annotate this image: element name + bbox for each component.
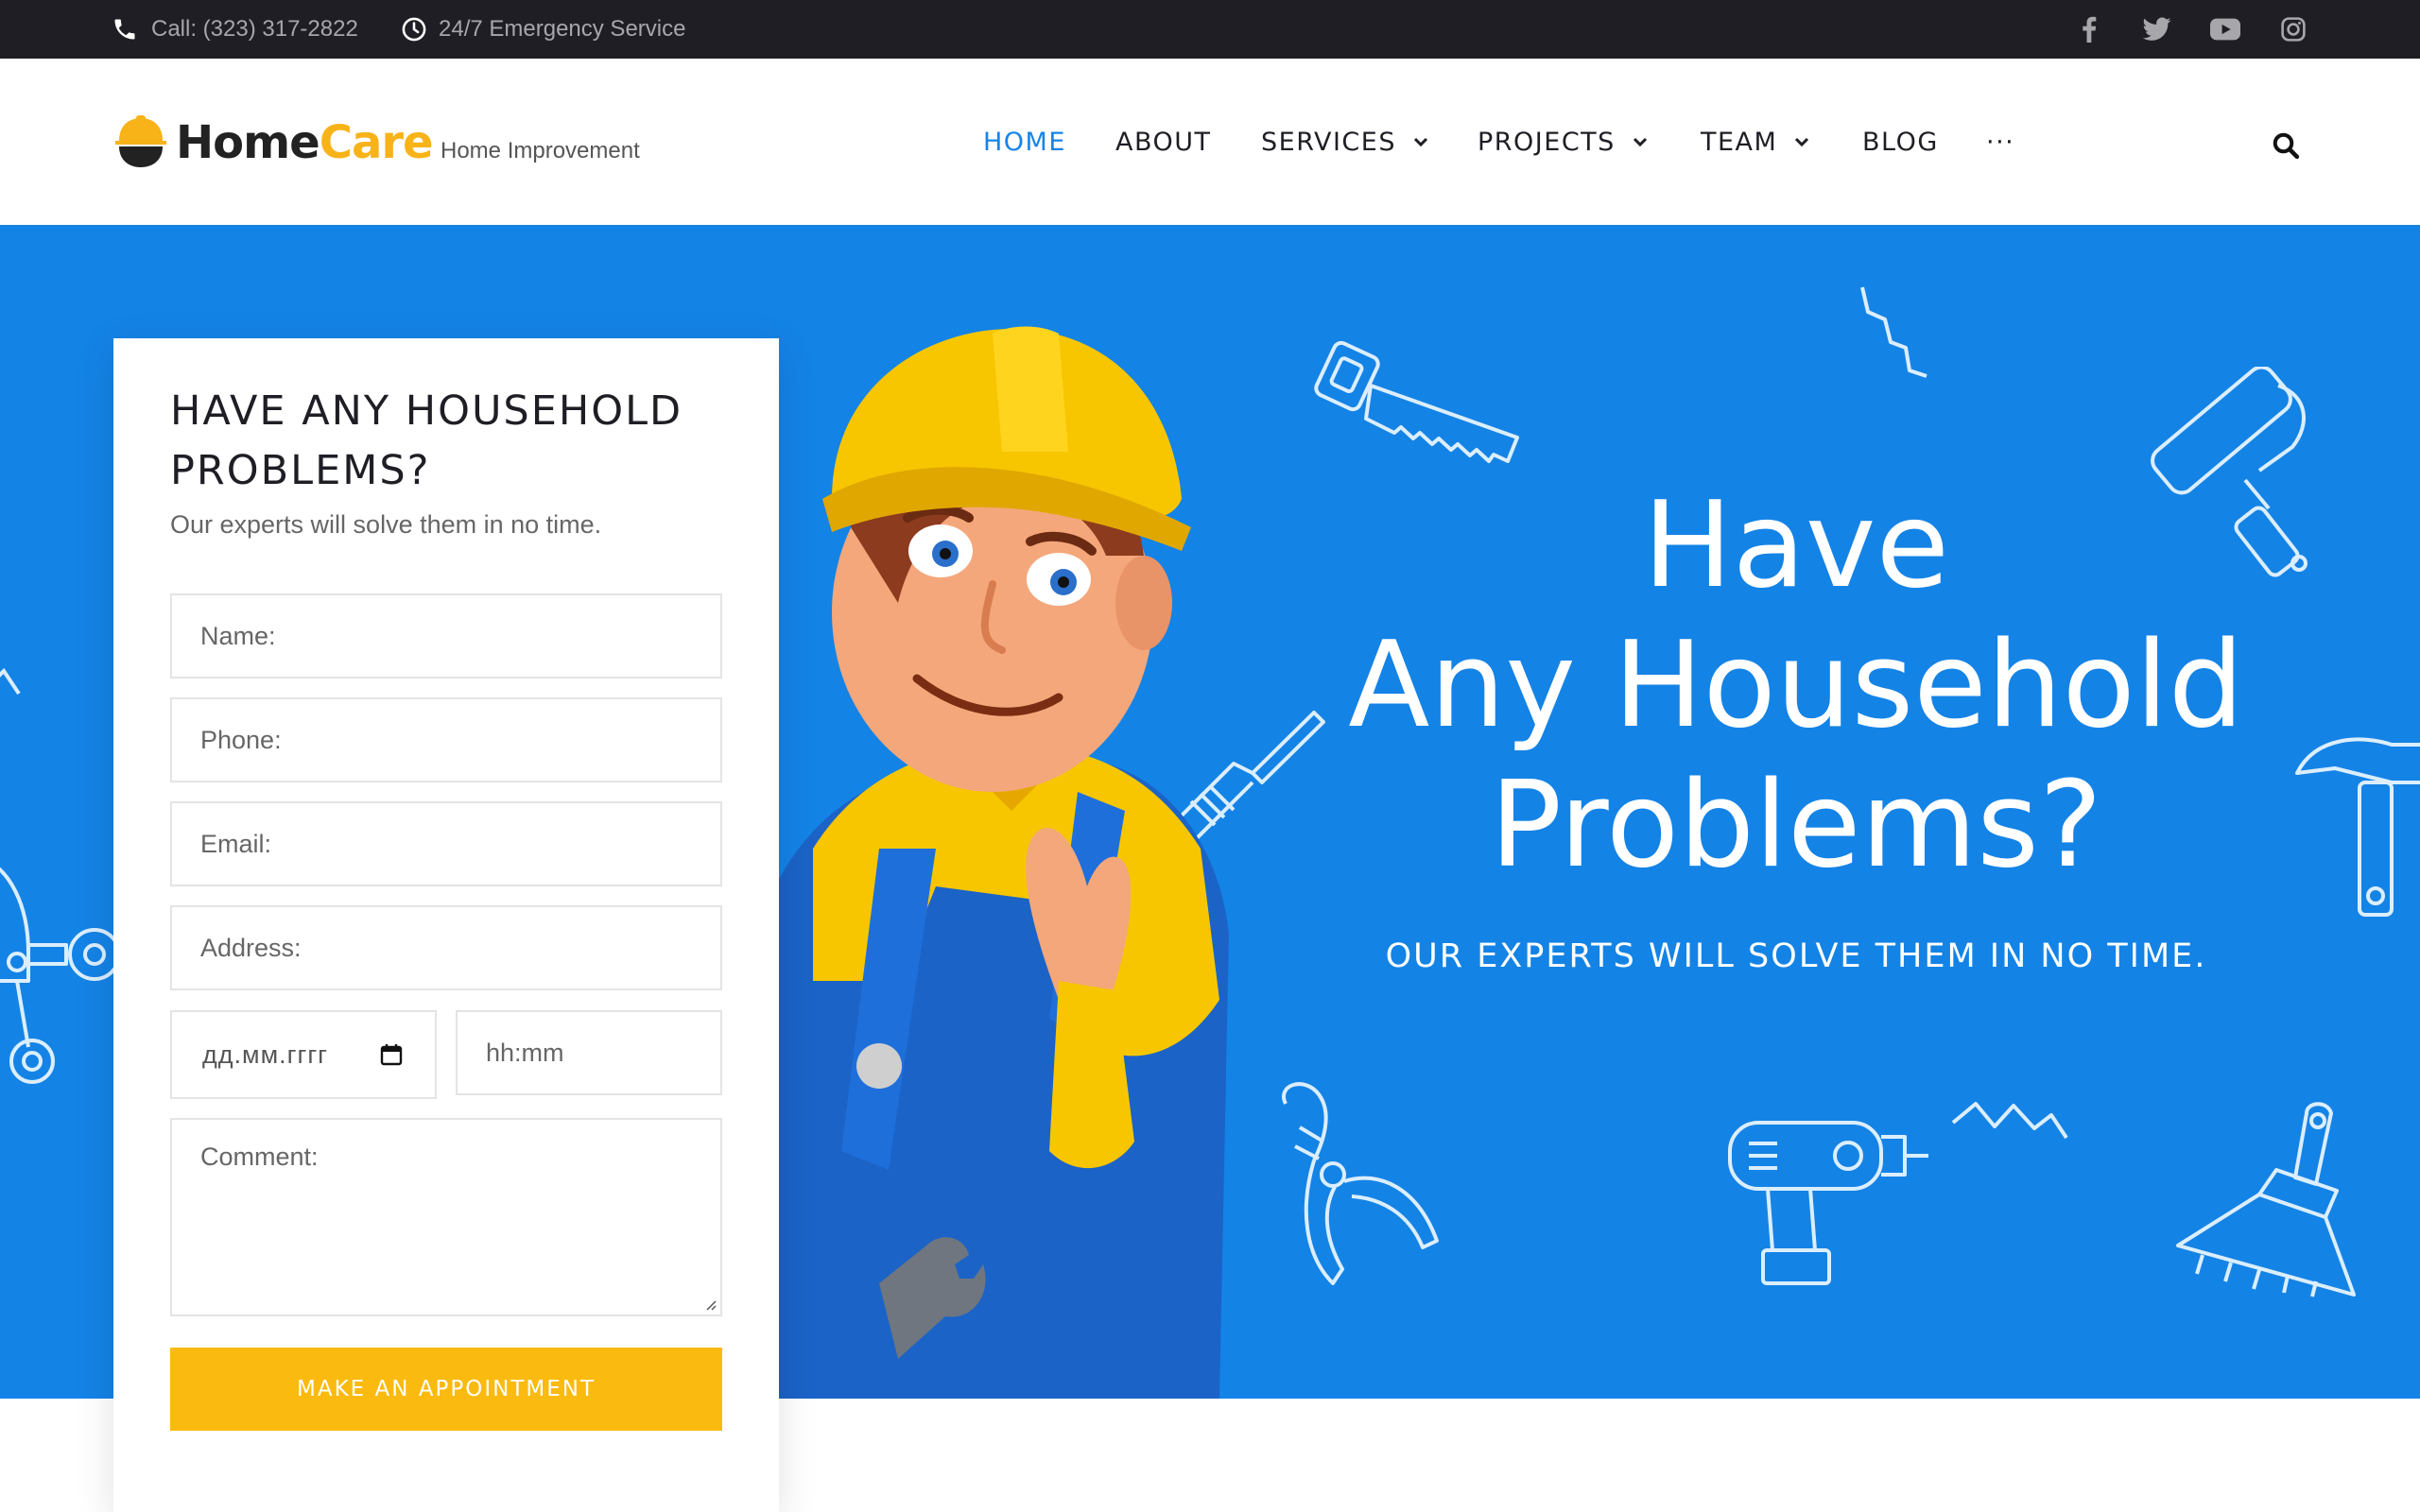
- hero-title: Have Any Household Problems?: [1267, 475, 2325, 895]
- hero-subtitle: OUR EXPERTS WILL SOLVE THEM IN NO TIME.: [1385, 937, 2207, 975]
- name-field: [170, 593, 722, 679]
- spark-icon: [1853, 284, 1928, 387]
- hero-title-line: Any Household: [1348, 615, 2244, 754]
- tagline: Home Improvement: [441, 138, 640, 163]
- nav-team-label: TEAM: [1701, 127, 1778, 157]
- youtube-icon[interactable]: [2206, 0, 2244, 59]
- hero-title-line: Problems?: [1490, 755, 2102, 894]
- phone-field: [170, 697, 722, 782]
- time-input[interactable]: [458, 1012, 720, 1093]
- facebook-icon[interactable]: [2070, 0, 2108, 59]
- nav-services-label: SERVICES: [1261, 127, 1396, 157]
- make-appointment-button[interactable]: MAKE AN APPOINTMENT: [170, 1348, 722, 1431]
- name-input[interactable]: [172, 595, 720, 677]
- date-input[interactable]: дд.мм.гггг: [170, 1010, 437, 1099]
- form-subtitle: Our experts will solve them in no time.: [170, 510, 602, 539]
- comment-field: [170, 1118, 722, 1316]
- comment-textarea[interactable]: [172, 1120, 720, 1314]
- nav-blog-label: BLOG: [1862, 127, 1939, 157]
- logo-care-text: Care: [319, 116, 434, 169]
- emergency-text: 24/7 Emergency Service: [439, 16, 686, 42]
- paint-brush-icon: [2165, 1094, 2382, 1312]
- zigzag-icon: [1947, 1094, 2070, 1170]
- nav-services[interactable]: SERVICES: [1261, 59, 1428, 225]
- nav-projects[interactable]: PROJECTS: [1478, 59, 1648, 225]
- form-title: HAVE ANY HOUSEHOLD PROBLEMS?: [170, 387, 683, 494]
- hard-hat-logo-icon: [115, 115, 166, 167]
- nav-blog[interactable]: BLOG: [1862, 59, 1939, 225]
- address-input[interactable]: [172, 907, 720, 988]
- phone-input[interactable]: [172, 699, 720, 781]
- robot-arm-icon: [0, 839, 132, 1085]
- search-icon: [2273, 132, 2300, 160]
- top-bar: Call: (323) 317-2822 24/7 Emergency Serv…: [0, 0, 2420, 59]
- email-field: [170, 801, 722, 886]
- email-input[interactable]: [172, 803, 720, 885]
- phone-icon: [114, 19, 135, 40]
- appointment-form-card: HAVE ANY HOUSEHOLD PROBLEMS? Our experts…: [113, 338, 779, 1512]
- emergency-info: 24/7 Emergency Service: [401, 0, 685, 59]
- call-info[interactable]: Call: (323) 317-2822: [112, 0, 358, 59]
- address-field: [170, 905, 722, 990]
- homecare-logo[interactable]: Home Care: [112, 110, 434, 176]
- search-button[interactable]: [2269, 129, 2303, 163]
- resize-handle-icon[interactable]: [703, 1297, 717, 1311]
- power-drill-icon: [1720, 1085, 1947, 1312]
- nav-about[interactable]: ABOUT: [1115, 59, 1212, 225]
- nav-about-label: ABOUT: [1115, 127, 1212, 157]
- twitter-icon[interactable]: [2138, 0, 2176, 59]
- date-placeholder: дд.мм.гггг: [202, 1040, 329, 1069]
- nav-more-label: ···: [1986, 127, 2015, 157]
- hero-title-line: Have: [1642, 475, 1950, 614]
- nav-home-label: HOME: [983, 127, 1066, 157]
- site-header: Home Care Home Improvement HOME ABOUT SER…: [0, 59, 2420, 225]
- nav-more[interactable]: ···: [1986, 59, 2014, 225]
- logo-home-text: Home: [176, 116, 320, 169]
- chevron-down-icon: [1413, 137, 1428, 147]
- nav-projects-label: PROJECTS: [1478, 127, 1616, 157]
- calendar-icon[interactable]: [380, 1043, 403, 1066]
- wrench-fragment-icon: [0, 660, 38, 716]
- instagram-icon[interactable]: [2274, 0, 2312, 59]
- nav-home[interactable]: HOME: [983, 59, 1066, 225]
- call-text: Call: (323) 317-2822: [151, 16, 358, 42]
- chevron-down-icon: [1795, 137, 1809, 147]
- time-field: [456, 1010, 722, 1095]
- chevron-down-icon: [1633, 137, 1647, 147]
- clock-icon: [402, 17, 426, 42]
- nav-team[interactable]: TEAM: [1701, 59, 1809, 225]
